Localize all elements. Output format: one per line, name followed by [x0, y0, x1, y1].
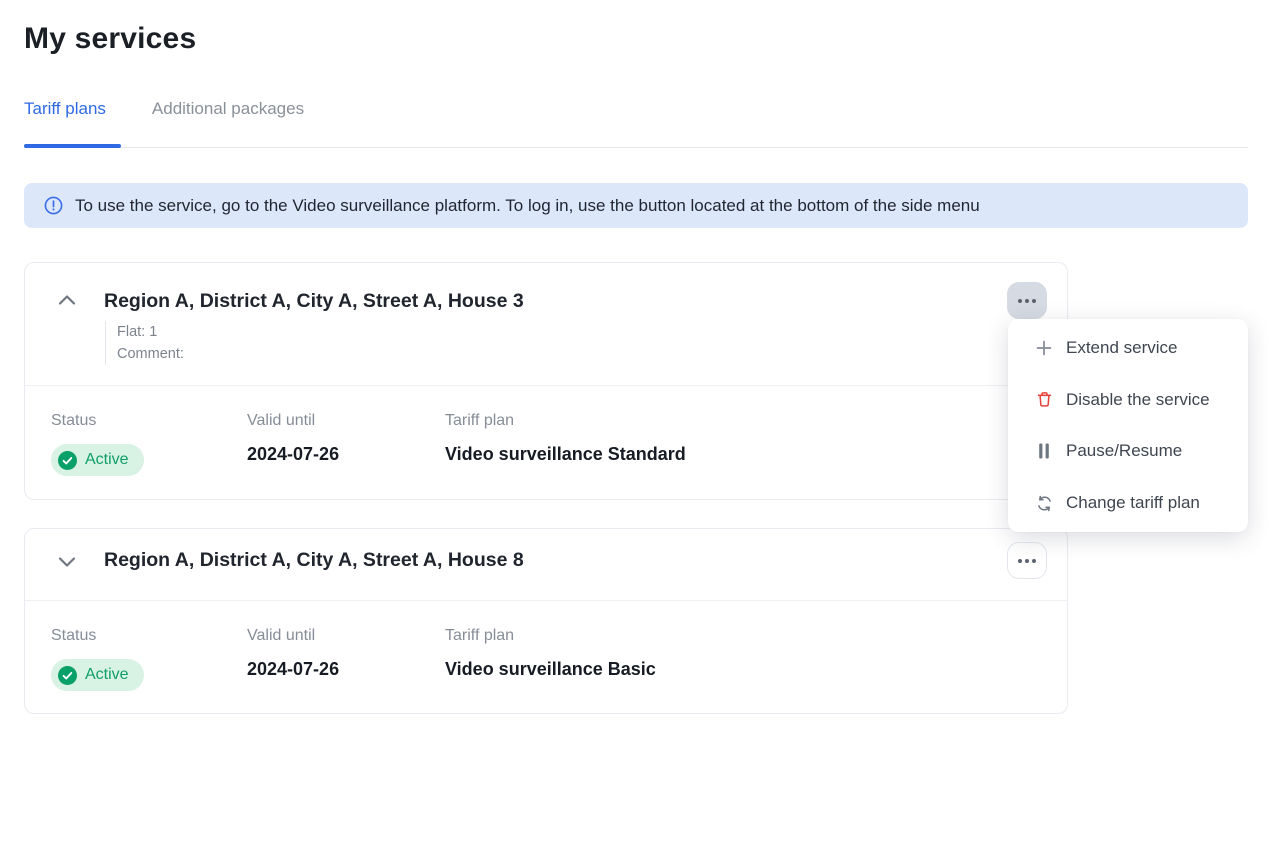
page-title: My services	[24, 22, 196, 56]
service-comment: Comment:	[117, 343, 184, 365]
menu-item-change-tariff-plan[interactable]: Change tariff plan	[1008, 477, 1248, 529]
service-card-header: Region A, District A, City A, Street A, …	[25, 263, 1067, 385]
menu-item-label: Disable the service	[1066, 390, 1210, 410]
trash-icon	[1034, 390, 1054, 410]
pause-icon	[1034, 441, 1054, 461]
status-badge: Active	[51, 444, 144, 476]
service-address: Region A, District A, City A, Street A, …	[104, 290, 524, 313]
info-banner-text: To use the service, go to the Video surv…	[75, 196, 980, 216]
service-card-header: Region A, District A, City A, Street A, …	[25, 529, 1067, 600]
valid-until-value: 2024-07-26	[247, 444, 445, 465]
check-circle-icon	[58, 451, 77, 470]
tab-tariff-plans[interactable]: Tariff plans	[24, 99, 106, 119]
ellipsis-icon	[1018, 559, 1022, 563]
valid-until-value: 2024-07-26	[247, 659, 445, 680]
status-value: Active	[85, 666, 129, 684]
ellipsis-icon	[1018, 299, 1022, 303]
status-label: Status	[51, 412, 247, 430]
tariff-plan-value: Video surveillance Basic	[445, 659, 656, 680]
menu-item-label: Change tariff plan	[1066, 493, 1200, 513]
menu-item-extend-service[interactable]: Extend service	[1008, 322, 1248, 374]
status-value: Active	[85, 451, 129, 469]
expand-button[interactable]	[55, 552, 79, 572]
service-summary: Status Active Valid until 2024-07-26 Tar…	[25, 385, 1067, 500]
status-label: Status	[51, 627, 247, 645]
collapse-button[interactable]	[55, 290, 79, 310]
chevron-down-icon	[55, 552, 79, 572]
check-circle-icon	[58, 666, 77, 685]
menu-item-pause-resume[interactable]: Pause/Resume	[1008, 426, 1248, 478]
tariff-plan-value: Video surveillance Standard	[445, 444, 686, 465]
service-flat: Flat: 1	[117, 321, 184, 343]
menu-item-disable-service[interactable]: Disable the service	[1008, 374, 1248, 426]
refresh-icon	[1034, 493, 1054, 513]
service-card-house-8: Region A, District A, City A, Street A, …	[24, 528, 1068, 714]
plus-icon	[1034, 338, 1054, 358]
valid-until-label: Valid until	[247, 412, 445, 430]
tab-divider	[24, 147, 1248, 148]
service-summary: Status Active Valid until 2024-07-26 Tar…	[25, 600, 1067, 715]
menu-item-label: Pause/Resume	[1066, 441, 1182, 461]
more-actions-button[interactable]	[1007, 282, 1047, 319]
service-card-house-3: Region A, District A, City A, Street A, …	[24, 262, 1068, 500]
chevron-up-icon	[55, 290, 79, 310]
service-address: Region A, District A, City A, Street A, …	[104, 549, 524, 572]
service-details: Flat: 1 Comment:	[105, 321, 184, 365]
active-tab-indicator	[24, 144, 121, 148]
tariff-plan-label: Tariff plan	[445, 627, 656, 645]
tab-additional-packages[interactable]: Additional packages	[152, 99, 304, 119]
menu-item-label: Extend service	[1066, 338, 1178, 358]
status-badge: Active	[51, 659, 144, 691]
actions-dropdown-menu: Extend service Disable the service Pause…	[1008, 319, 1248, 532]
valid-until-label: Valid until	[247, 627, 445, 645]
more-actions-button[interactable]	[1007, 542, 1047, 579]
info-banner: To use the service, go to the Video surv…	[24, 183, 1248, 228]
tab-bar: Tariff plans Additional packages	[24, 99, 304, 119]
info-circle-icon	[44, 196, 63, 215]
tariff-plan-label: Tariff plan	[445, 412, 686, 430]
